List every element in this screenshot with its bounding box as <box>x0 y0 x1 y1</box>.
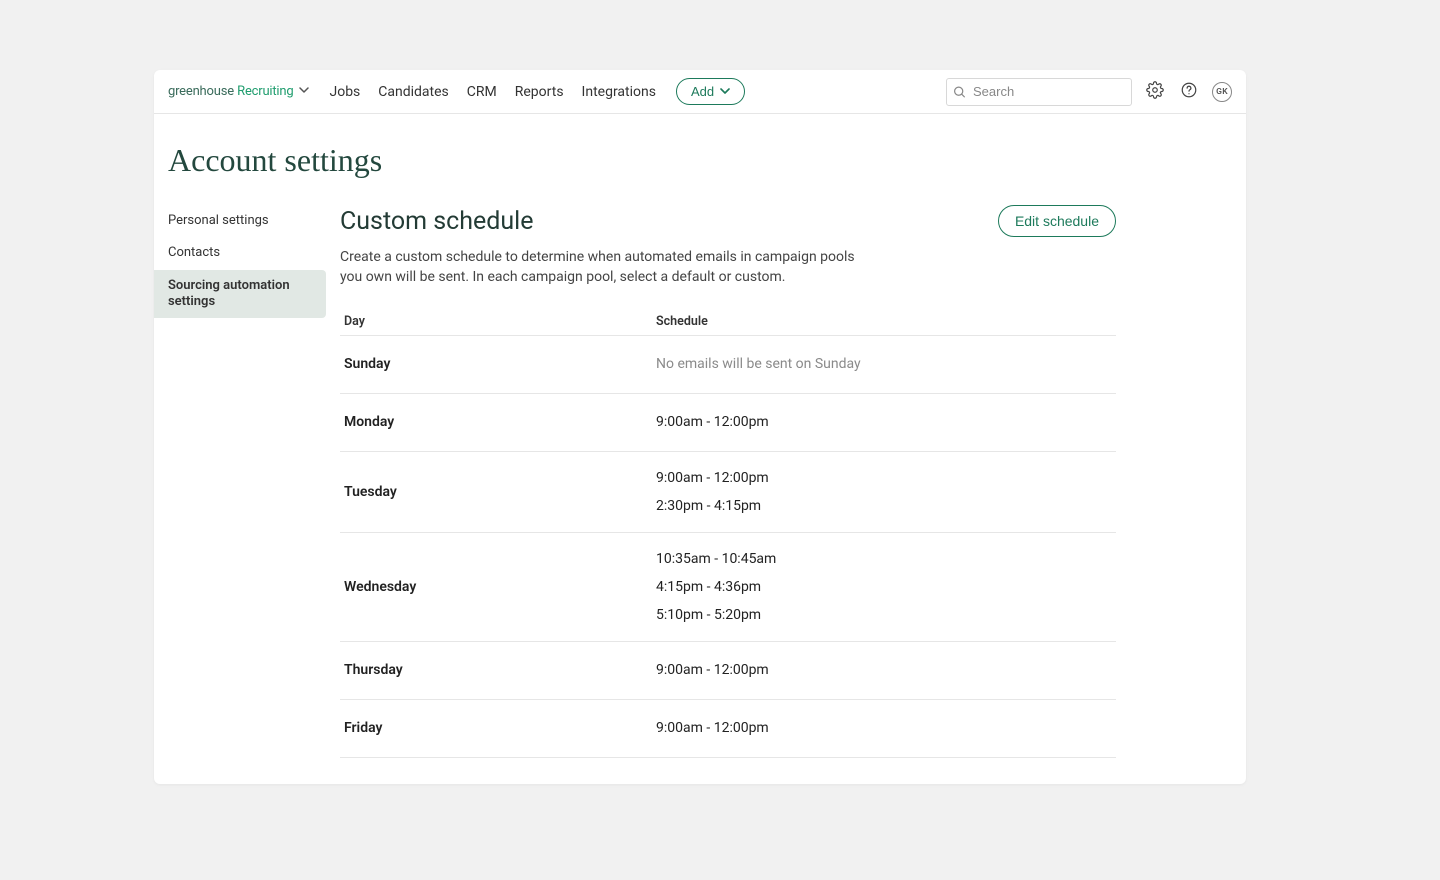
main-panel: Custom schedule Edit schedule Create a c… <box>326 205 1246 784</box>
day-cell: Tuesday <box>344 484 656 500</box>
table-row: SundayNo emails will be sent on Sunday <box>340 336 1116 394</box>
section-title: Custom schedule <box>340 207 534 236</box>
time-slot: 9:00am - 12:00pm <box>656 414 1112 430</box>
edit-schedule-button[interactable]: Edit schedule <box>998 205 1116 237</box>
search-wrapper <box>946 78 1132 106</box>
nav-crm[interactable]: CRM <box>467 84 497 100</box>
topbar: greenhouse Recruiting Jobs Candidates CR… <box>154 70 1246 114</box>
sidebar-item-label: Personal settings <box>168 213 269 228</box>
time-slot: 9:00am - 12:00pm <box>656 720 1112 736</box>
schedule-cell: 9:00am - 12:00pm 2:30pm - 4:15pm <box>656 470 1112 514</box>
help-icon <box>1180 81 1198 103</box>
gear-icon <box>1146 81 1164 103</box>
schedule-cell: No emails will be sent on Sunday <box>656 356 1112 372</box>
time-slot: 2:30pm - 4:15pm <box>656 498 1112 514</box>
settings-button[interactable] <box>1144 81 1166 103</box>
user-avatar[interactable]: GK <box>1212 82 1232 102</box>
schedule-cell: 10:35am - 10:45am 4:15pm - 4:36pm 5:10pm -… <box>656 551 1112 623</box>
day-cell: Sunday <box>344 356 656 372</box>
table-row: Thursday9:00am - 12:00pm <box>340 642 1116 700</box>
sidebar-item-sourcing-automation-settings[interactable]: Sourcing automation settings <box>154 270 326 319</box>
chevron-down-icon <box>720 84 730 99</box>
nav-integrations[interactable]: Integrations <box>582 84 656 100</box>
no-schedule-text: No emails will be sent on Sunday <box>656 356 1112 372</box>
schedule-cell: 9:00am - 12:00pm <box>656 662 1112 678</box>
column-header-day: Day <box>344 314 656 329</box>
body-row: Personal settings Contacts Sourcing auto… <box>154 205 1246 784</box>
main-nav: Jobs Candidates CRM Reports Integrations <box>329 84 655 100</box>
time-slot: 9:00am - 12:00pm <box>656 470 1112 486</box>
brand-word-2: Recruiting <box>237 84 293 99</box>
search-input[interactable] <box>946 78 1132 106</box>
sidebar-item-label: Sourcing automation settings <box>168 278 290 309</box>
help-button[interactable] <box>1178 81 1200 103</box>
nav-reports[interactable]: Reports <box>515 84 564 100</box>
time-slot: 10:35am - 10:45am <box>656 551 1112 567</box>
schedule-cell: 9:00am - 12:00pm <box>656 720 1112 736</box>
section-description: Create a custom schedule to determine wh… <box>340 247 860 288</box>
chevron-down-icon <box>299 84 309 99</box>
main-header: Custom schedule Edit schedule <box>340 205 1116 237</box>
schedule-cell: 9:00am - 12:00pm <box>656 414 1112 430</box>
schedule-table-header: Day Schedule <box>340 308 1116 336</box>
column-header-schedule: Schedule <box>656 314 1112 329</box>
nav-jobs[interactable]: Jobs <box>329 84 360 100</box>
add-button[interactable]: Add <box>676 78 745 105</box>
day-cell: Wednesday <box>344 579 656 595</box>
table-row: Tuesday9:00am - 12:00pm 2:30pm - 4:15pm <box>340 452 1116 533</box>
day-cell: Monday <box>344 414 656 430</box>
time-slot: 4:15pm - 4:36pm <box>656 579 1112 595</box>
product-switcher[interactable]: greenhouse Recruiting <box>168 84 309 99</box>
time-slot: 9:00am - 12:00pm <box>656 662 1112 678</box>
app-window: greenhouse Recruiting Jobs Candidates CR… <box>154 70 1246 784</box>
brand-word-1: greenhouse <box>168 84 234 99</box>
sidebar-item-contacts[interactable]: Contacts <box>154 237 326 269</box>
day-cell: Friday <box>344 720 656 736</box>
sidebar-item-label: Contacts <box>168 245 220 260</box>
table-row: Wednesday10:35am - 10:45am 4:15pm - 4:36p… <box>340 533 1116 642</box>
add-button-label: Add <box>691 84 714 99</box>
sidebar-item-personal-settings[interactable]: Personal settings <box>154 205 326 237</box>
nav-candidates[interactable]: Candidates <box>378 84 449 100</box>
settings-sidebar: Personal settings Contacts Sourcing auto… <box>154 205 326 318</box>
schedule-table-body: SundayNo emails will be sent on SundayMo… <box>340 336 1116 758</box>
topbar-right: GK <box>946 78 1232 106</box>
table-row: Friday9:00am - 12:00pm <box>340 700 1116 758</box>
page-title: Account settings <box>154 114 1246 205</box>
table-row: Monday9:00am - 12:00pm <box>340 394 1116 452</box>
day-cell: Thursday <box>344 662 656 678</box>
time-slot: 5:10pm - 5:20pm <box>656 607 1112 623</box>
